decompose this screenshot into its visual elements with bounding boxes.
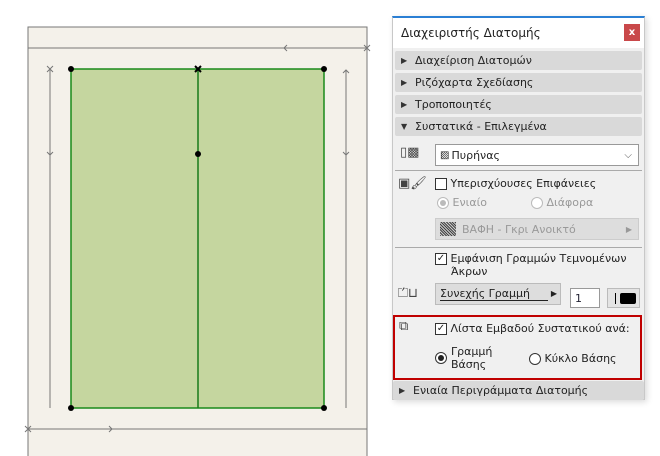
drawing-canvas[interactable] — [0, 0, 390, 456]
section-label: Διαχείριση Διατομών — [415, 54, 532, 67]
line-type-button[interactable]: Συνεχής Γραμμή ▶ — [435, 283, 561, 305]
checkbox-label: Υπερισχύουσες Επιφάνειες — [450, 177, 597, 190]
section-header-sections[interactable]: ▶ Διαχείριση Διατομών — [395, 51, 642, 70]
fill-pattern-icon: ▨ — [440, 149, 450, 161]
line-sample — [440, 300, 548, 301]
section-label: Ριζόχαρτα Σχεδίασης — [415, 76, 534, 89]
line-type-label: Συνεχής Γραμμή — [440, 287, 531, 300]
chevron-down-icon: ⌵ — [624, 149, 632, 161]
expand-icon: ▶ — [401, 78, 408, 87]
show-end-lines-checkbox[interactable]: ✓ Εμφάνιση Γραμμών Τεμνομένων — [435, 252, 626, 265]
component-fill-icon: ▯▩ — [400, 145, 420, 160]
collapse-icon: ▼ — [401, 122, 408, 131]
checkbox-label: Εμφάνιση Γραμμών Τεμνομένων — [450, 252, 627, 265]
radio-label: Βάσης — [451, 358, 487, 371]
radio-reference-line[interactable]: Γραμμή Βάσης — [435, 345, 492, 371]
divider — [395, 170, 642, 171]
section-header-tracing[interactable]: ▶ Ριζόχαρτα Σχεδίασης — [395, 73, 642, 92]
surface-paint-icon: ▣🖌 — [398, 176, 427, 191]
override-surfaces-checkbox[interactable]: Υπερισχύουσες Επιφάνειες — [435, 177, 596, 190]
surface-fill-button[interactable]: ΒΑΦΗ - Γκρι Ανοικτό ▶ — [435, 218, 639, 240]
component-select[interactable]: ▨ Πυρήνας ⌵ — [435, 144, 639, 166]
section-header-components[interactable]: ▼ Συστατικά - Επιλεγμένα — [395, 117, 642, 136]
pen-color-swatch — [620, 293, 636, 304]
line-pen-icon: ⏍⊔ — [398, 286, 419, 301]
radio-label: Κύκλο Βάσης — [544, 352, 617, 365]
radio-label: Διάφορα — [546, 196, 594, 209]
radio-label: Γραμμή — [451, 345, 493, 358]
area-list-checkbox[interactable]: ✓ Λίστα Εμβαδού Συστατικού ανά: — [435, 322, 630, 335]
select-value: Πυρήνας — [451, 148, 500, 162]
section-header-modifiers[interactable]: ▶ Τροποποιητές — [395, 95, 642, 114]
close-button[interactable]: x — [624, 24, 640, 41]
divider — [395, 247, 642, 248]
checkbox-label: Λίστα Εμβαδού Συστατικού ανά: — [450, 322, 630, 335]
radio-different[interactable]: Διάφορα — [531, 196, 593, 209]
arrow-right-icon: ▶ — [625, 224, 632, 234]
expand-icon: ▶ — [399, 386, 406, 395]
fill-swatch-icon — [440, 222, 456, 236]
section-manager-panel: Διαχειριστής Διατομής x ▶ Διαχείριση Διατ… — [392, 16, 645, 400]
section-label: Συστατικά - Επιλεγμένα — [415, 120, 547, 133]
panel-title: Διαχειριστής Διατομής — [401, 26, 541, 40]
radio-base-circle[interactable]: Κύκλο Βάσης — [529, 352, 617, 365]
title-bar[interactable]: Διαχειριστής Διατομής x — [393, 18, 644, 48]
pen-number-input[interactable]: 1 — [570, 288, 600, 308]
checkbox-label-continued: Άκρων — [451, 265, 488, 278]
component-area-icon: ⧉ — [399, 319, 409, 334]
section-label: Ενιαία Περιγράμματα Διατομής — [413, 384, 589, 397]
expand-icon: ▶ — [401, 100, 408, 109]
arrow-right-icon: ▶ — [550, 289, 557, 298]
fill-label: ΒΑΦΗ - Γκρι Ανοικτό — [462, 222, 576, 236]
section-label: Τροποποιητές — [415, 98, 492, 111]
radio-uniform[interactable]: Ενιαίο — [437, 196, 487, 209]
section-header-unified-outlines[interactable]: ▶ Ενιαία Περιγράμματα Διατομής — [393, 381, 644, 400]
pen-color-button[interactable] — [607, 288, 640, 308]
expand-icon: ▶ — [401, 56, 408, 65]
radio-label: Ενιαίο — [452, 196, 488, 209]
